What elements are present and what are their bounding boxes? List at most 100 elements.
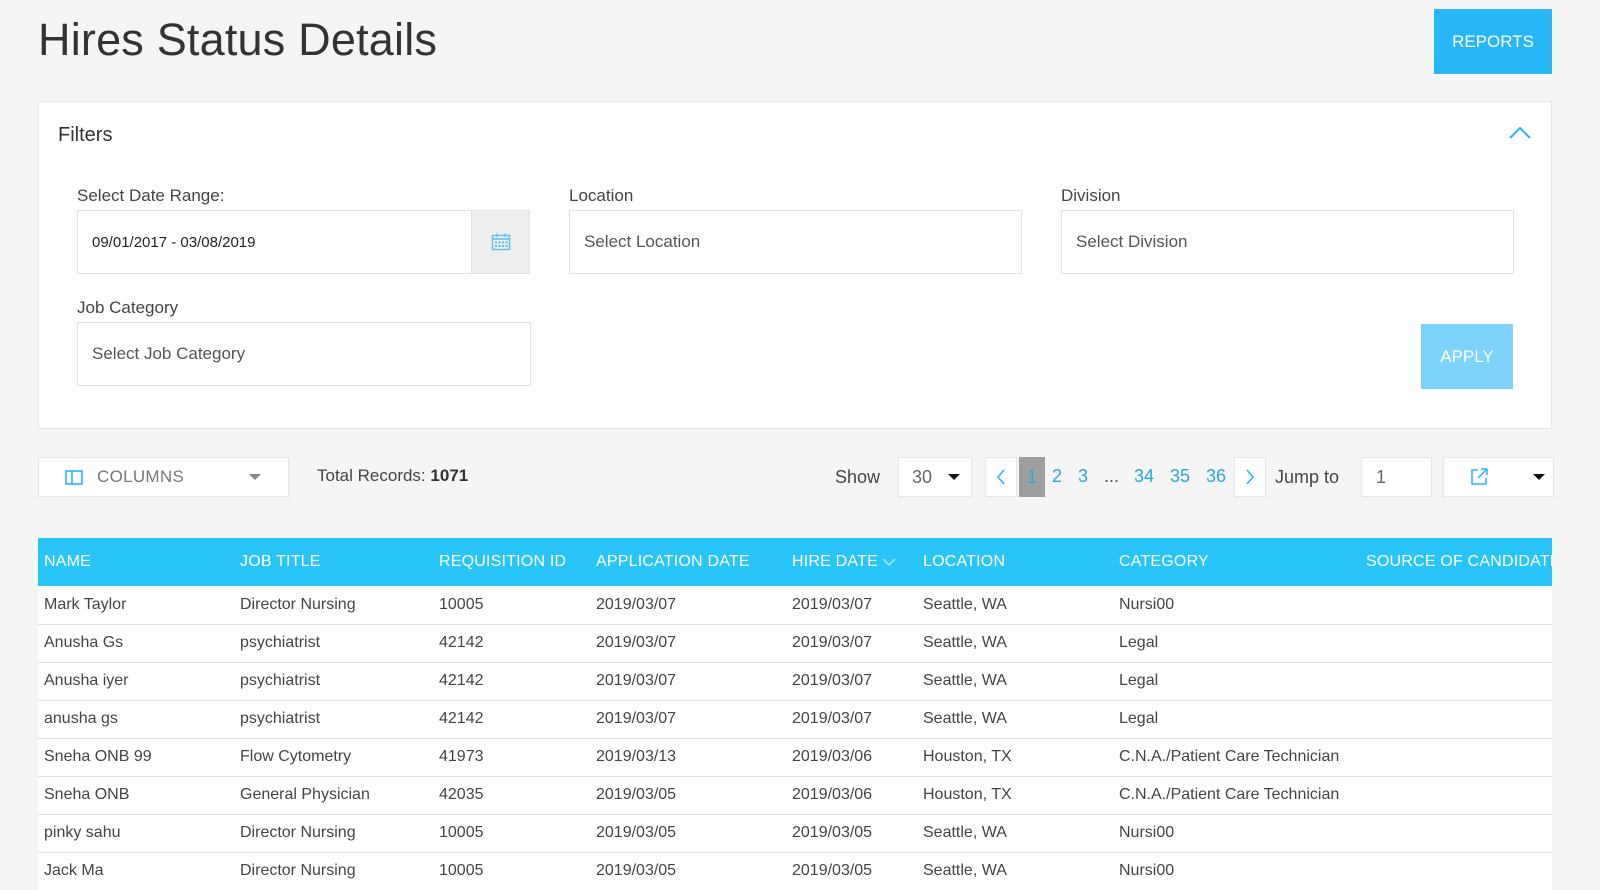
page-link[interactable]: 34: [1134, 466, 1154, 487]
location-select[interactable]: Select Location: [569, 210, 1022, 274]
page-link[interactable]: 3: [1078, 466, 1088, 487]
cell-job-title: psychiatrist: [240, 710, 321, 727]
cell-source: [1360, 776, 1552, 814]
cell-name: anusha gs: [44, 710, 118, 727]
column-header-category[interactable]: CATEGORY: [1113, 538, 1360, 586]
table-row[interactable]: anusha gs psychiatrist 42142 2019/03/07 2019…: [38, 700, 1552, 738]
page-link[interactable]: 2: [1052, 466, 1062, 487]
cell-name: Mark Taylor: [44, 595, 127, 613]
reports-button[interactable]: REPORTS: [1434, 9, 1552, 74]
column-header-location[interactable]: LOCATION: [917, 538, 1113, 586]
date-range-value: 09/01/2017 - 03/08/2019: [92, 233, 256, 251]
cell-requisition-id: 10005: [439, 862, 484, 879]
job-category-label: Job Category: [77, 298, 179, 317]
cell-requisition-id: 42035: [439, 786, 484, 803]
caret-down-icon: [948, 474, 961, 480]
date-range-input[interactable]: 09/01/2017 - 03/08/2019: [77, 210, 530, 274]
apply-button[interactable]: APPLY: [1421, 324, 1513, 389]
calendar-icon: [491, 233, 510, 251]
table-row[interactable]: Anusha iyer psychiatrist 42142 2019/03/07 20…: [38, 662, 1552, 700]
cell-category: Legal: [1119, 672, 1159, 689]
cell-job-title: psychiatrist: [240, 672, 321, 689]
cell-name: Sneha ONB 99: [44, 748, 152, 765]
cell-source: [1360, 814, 1552, 852]
cell-job-title: psychiatrist: [240, 634, 321, 651]
cell-application-date: 2019/03/07: [596, 634, 677, 651]
column-header-source[interactable]: SOURCE OF CANDIDATE: [1360, 538, 1552, 586]
cell-requisition-id: 42142: [439, 672, 484, 689]
chevron-up-icon[interactable]: [1507, 122, 1533, 144]
cell-source: [1360, 700, 1552, 738]
cell-name: Anusha iyer: [44, 672, 129, 689]
page-link[interactable]: 35: [1170, 466, 1190, 487]
cell-name: Jack Ma: [44, 862, 104, 879]
external-link-icon: [1471, 468, 1488, 485]
caret-down-icon: [249, 474, 262, 480]
cell-name: Anusha Gs: [44, 634, 124, 651]
cell-application-date: 2019/03/07: [596, 710, 677, 727]
cell-application-date: 2019/03/13: [596, 748, 677, 765]
table-row[interactable]: Sneha ONB General Physician 42035 2019/03/0…: [38, 776, 1552, 814]
cell-requisition-id: 10005: [439, 595, 484, 613]
cell-application-date: 2019/03/05: [596, 786, 677, 803]
next-page-button[interactable]: [1234, 457, 1266, 497]
cell-source: [1360, 738, 1552, 776]
cell-job-title: Director Nursing: [240, 824, 356, 841]
page-size-value: 30: [912, 466, 933, 487]
column-header-hire-date[interactable]: HIRE DATE: [786, 538, 917, 586]
cell-location: Seattle, WA: [923, 672, 1007, 689]
cell-name: Sneha ONB: [44, 786, 130, 803]
date-range-label: Select Date Range:: [77, 186, 225, 205]
table-body: Mark Taylor Director Nursing 10005 2019/03/…: [38, 586, 1552, 890]
hires-table: NAME JOB TITLE REQUISITION ID APPLICATIO…: [38, 538, 1552, 890]
cell-hire-date: 2019/03/07: [792, 634, 873, 651]
cell-location: Seattle, WA: [923, 824, 1007, 841]
cell-job-title: Flow Cytometry: [240, 748, 352, 765]
table-row[interactable]: Anusha Gs psychiatrist 42142 2019/03/07 2019…: [38, 624, 1552, 662]
cell-source: [1360, 624, 1552, 662]
cell-category: Legal: [1119, 710, 1159, 727]
division-select[interactable]: Select Division: [1061, 210, 1514, 274]
jump-to-input[interactable]: 1: [1361, 457, 1432, 497]
total-records-label: Total Records:: [317, 466, 426, 485]
cell-requisition-id: 42142: [439, 710, 484, 727]
table-row[interactable]: Jack Ma Director Nursing 10005 2019/03/05 20…: [38, 852, 1552, 890]
cell-source: [1360, 852, 1552, 890]
cell-job-title: Director Nursing: [240, 595, 356, 613]
cell-hire-date: 2019/03/06: [792, 786, 873, 803]
column-header-name[interactable]: NAME: [38, 538, 234, 586]
job-category-select[interactable]: Select Job Category: [77, 322, 531, 386]
calendar-button[interactable]: [471, 211, 529, 273]
total-records-value: 1071: [430, 466, 469, 485]
total-records: Total Records: 1071: [317, 466, 468, 486]
columns-button[interactable]: COLUMNS: [38, 457, 289, 497]
chevron-left-icon: [996, 469, 1005, 485]
prev-page-button[interactable]: [985, 457, 1017, 497]
cell-hire-date: 2019/03/07: [792, 595, 873, 613]
cell-job-title: Director Nursing: [240, 862, 356, 879]
cell-location: Seattle, WA: [923, 595, 1007, 613]
table-row[interactable]: Mark Taylor Director Nursing 10005 2019/03/…: [38, 586, 1552, 624]
table-row[interactable]: pinky sahu Director Nursing 10005 2019/03/0…: [38, 814, 1552, 852]
cell-hire-date: 2019/03/06: [792, 748, 873, 765]
cell-category: Nursi00: [1119, 862, 1175, 879]
column-header-application-date[interactable]: APPLICATION DATE: [590, 538, 786, 586]
table-row[interactable]: Sneha ONB 99 Flow Cytometry 41973 2019/03/1…: [38, 738, 1552, 776]
pagination-ellipsis: ...: [1104, 466, 1120, 486]
page-link[interactable]: 36: [1206, 466, 1226, 487]
export-button[interactable]: [1443, 457, 1554, 497]
cell-hire-date: 2019/03/05: [792, 824, 873, 841]
cell-application-date: 2019/03/07: [596, 595, 677, 613]
cell-location: Seattle, WA: [923, 634, 1007, 651]
page-size-select[interactable]: 30: [898, 457, 972, 497]
cell-source: [1360, 662, 1552, 700]
cell-application-date: 2019/03/05: [596, 824, 677, 841]
cell-name: pinky sahu: [44, 824, 121, 841]
jump-to-label: Jump to: [1275, 467, 1340, 487]
page-current[interactable]: 1: [1019, 457, 1045, 497]
cell-source: [1360, 586, 1552, 624]
cell-hire-date: 2019/03/05: [792, 862, 873, 879]
cell-location: Seattle, WA: [923, 710, 1007, 727]
column-header-requisition-id[interactable]: REQUISITION ID: [433, 538, 590, 586]
column-header-job-title[interactable]: JOB TITLE: [234, 538, 433, 586]
